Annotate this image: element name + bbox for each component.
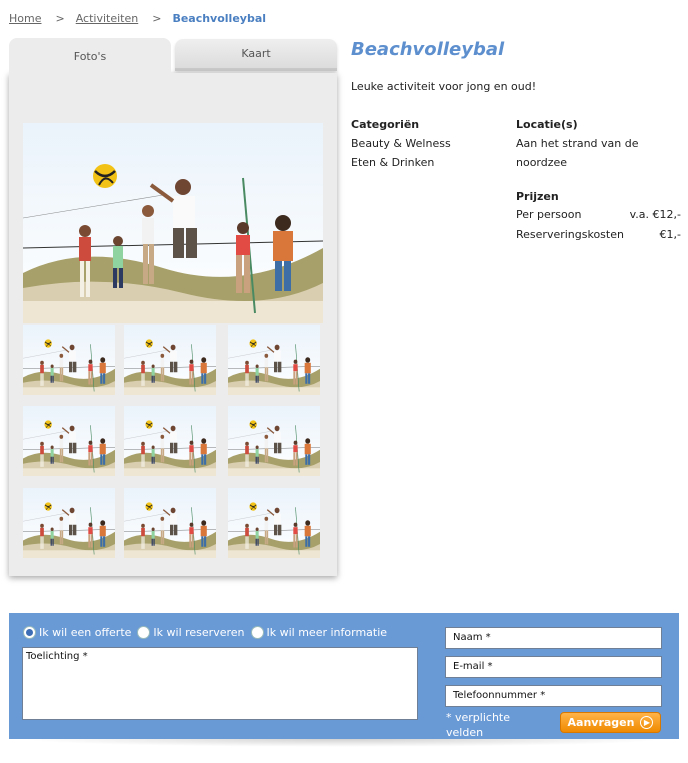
radio-label: Ik wil reserveren [153,626,245,639]
breadcrumb-current: Beachvolleybal [172,12,267,25]
page-title: Beachvolleybal [351,39,505,60]
location-line: noordzee [516,156,568,169]
comment-textarea[interactable]: Toelichting * [22,647,418,720]
activity-intro: Leuke activiteit voor jong en oud! [351,80,537,93]
thumbnail[interactable] [228,488,320,558]
thumbnail[interactable] [23,406,115,476]
radio-label: Ik wil een offerte [39,626,132,639]
submit-request-button[interactable]: Aanvragen ▶ [560,712,661,733]
submit-label: Aanvragen [567,716,635,729]
radio-icon[interactable] [250,626,264,639]
form-shadow [20,739,668,747]
radio-label: Ik wil meer informatie [266,626,388,639]
breadcrumb: Home > Activiteiten > Beachvolleybal [9,12,266,25]
photo-gallery: Foto's Kaart [9,38,337,576]
thumbnail[interactable] [124,406,216,476]
category-item: Eten & Drinken [351,156,435,169]
breadcrumb-separator: > [55,12,65,25]
categories-heading: Categoriën [351,118,420,131]
price-row: Reserveringskosten €1,- [516,228,681,241]
gallery-panel [9,73,337,576]
radio-reserve[interactable]: Ik wil reserveren [137,626,245,639]
radio-icon[interactable] [137,626,151,639]
radio-selected-icon[interactable] [23,626,36,639]
prices-heading: Prijzen [516,190,559,203]
thumbnail[interactable] [228,325,320,395]
thumbnail[interactable] [23,325,115,395]
price-label: Per persoon [516,208,582,221]
price-value: €1,- [659,228,681,241]
price-row: Per persoon v.a. €12,- [516,208,681,221]
thumbnail[interactable] [124,488,216,558]
radio-more-info[interactable]: Ik wil meer informatie [250,626,388,639]
breadcrumb-activities-link[interactable]: Activiteiten [76,12,139,25]
location-heading: Locatie(s) [516,118,578,131]
request-type-options: Ik wil een offerte Ik wil reserveren Ik … [23,626,393,639]
radio-offer[interactable]: Ik wil een offerte [23,626,131,639]
thumbnail[interactable] [124,325,216,395]
tab-photos[interactable]: Foto's [9,38,171,74]
tab-map[interactable]: Kaart [175,39,337,71]
category-item: Beauty & Welness [351,137,451,150]
thumbnail[interactable] [23,488,115,558]
breadcrumb-home-link[interactable]: Home [9,12,41,25]
price-label: Reserveringskosten [516,228,624,241]
main-photo[interactable] [23,123,323,323]
arrow-right-icon: ▶ [640,716,654,729]
thumbnail[interactable] [228,406,320,476]
phone-field[interactable]: Telefoonnummer * [445,685,662,707]
breadcrumb-separator: > [152,12,162,25]
price-value: v.a. €12,- [629,208,681,221]
location-line: Aan het strand van de [516,137,639,150]
email-field[interactable]: E-mail * [445,656,662,678]
required-fields-note: * verplichte velden [446,711,510,739]
name-field[interactable]: Naam * [445,627,662,649]
